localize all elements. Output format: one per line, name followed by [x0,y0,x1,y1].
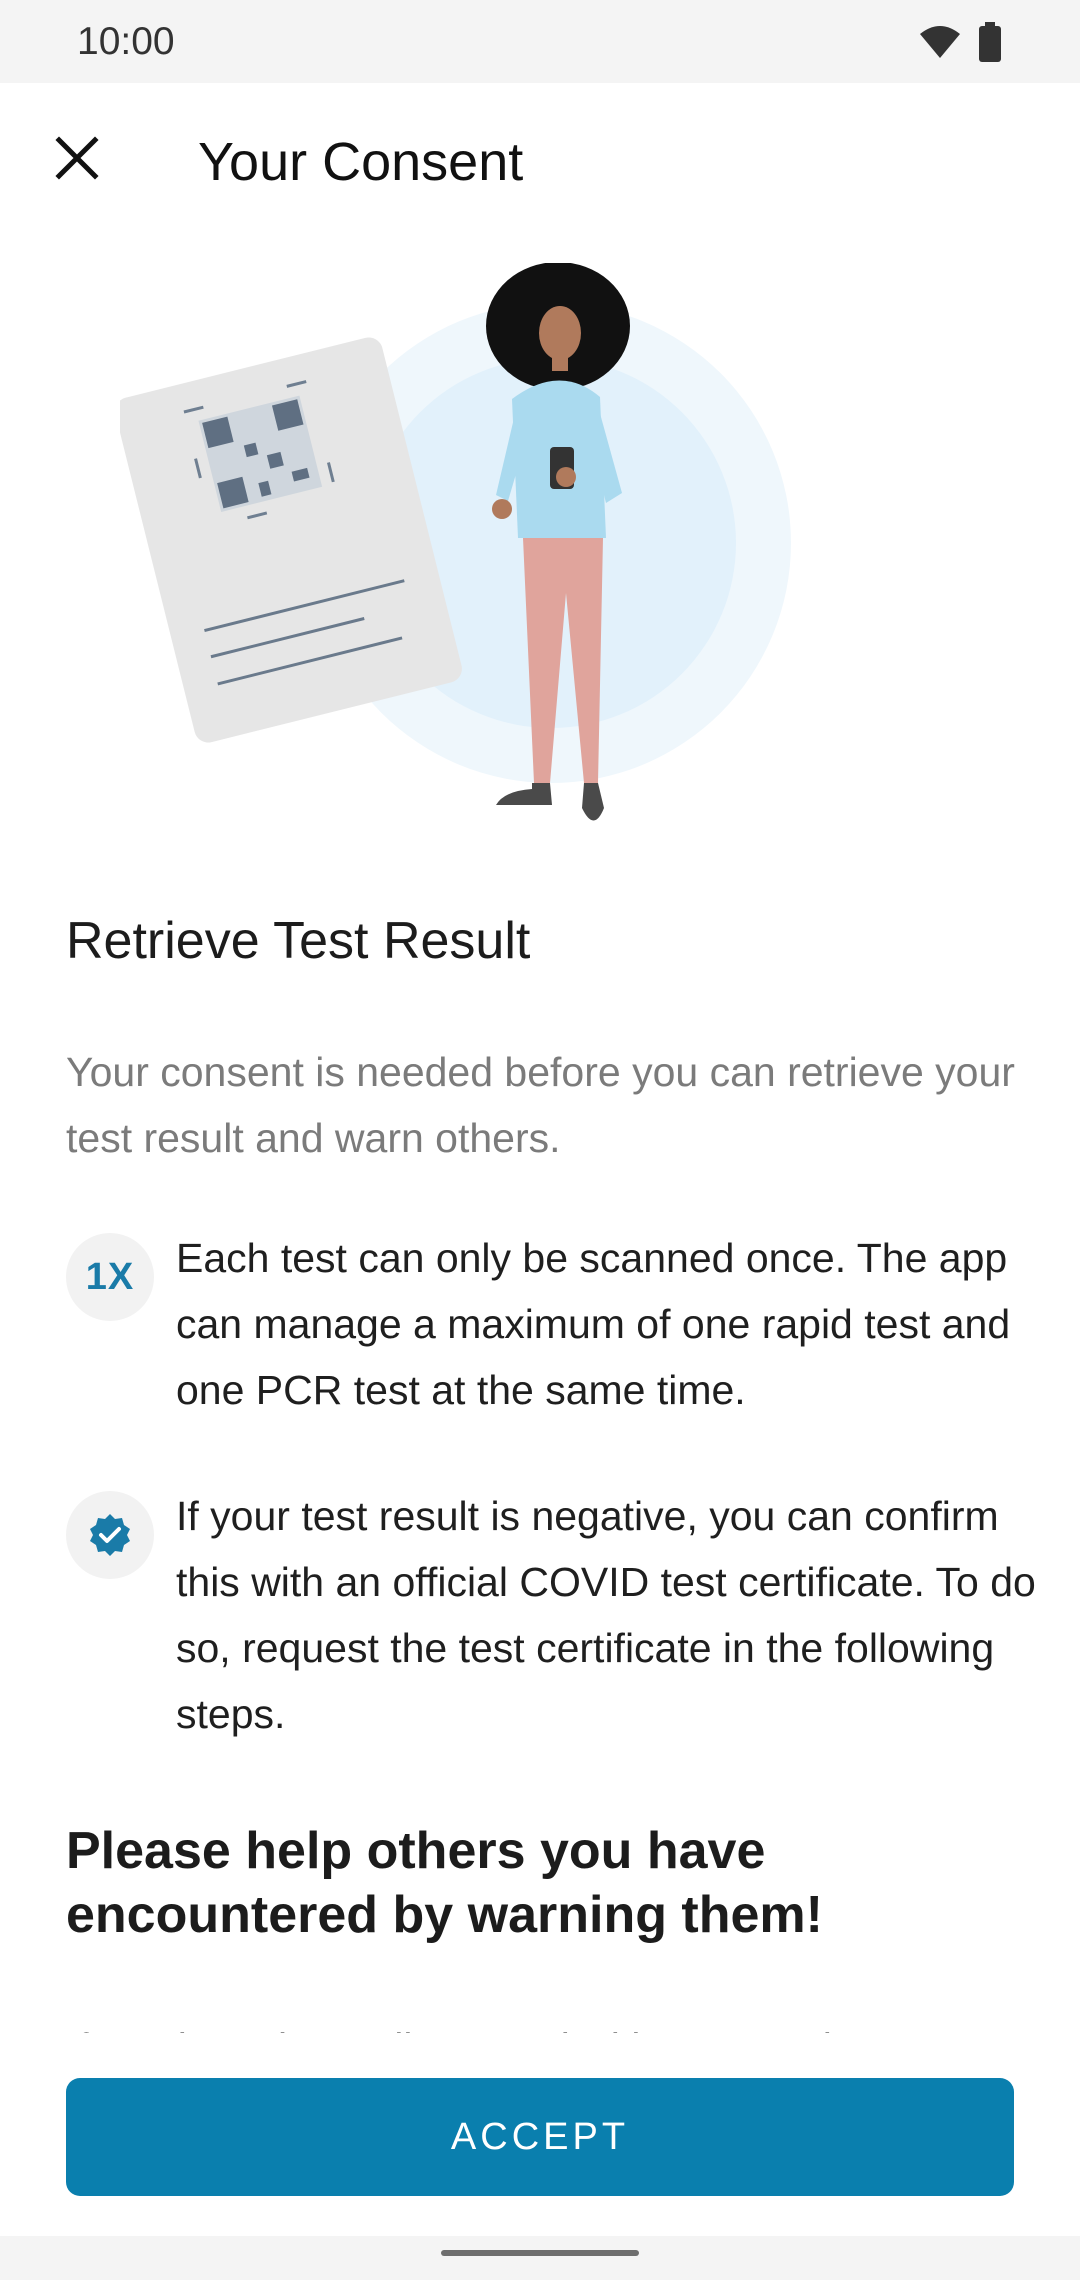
cut-off-paragraph: If you have been diagnosed with corona v… [66,2015,1016,2033]
page-title: Your Consent [198,132,524,192]
navigation-bar [0,2236,1080,2280]
close-icon [55,135,99,185]
intro-text: Your consent is needed before you can re… [66,1049,1015,1161]
consent-illustration [115,262,800,833]
once-icon-label: 1X [85,1255,135,1298]
battery-icon [978,22,1002,67]
bullet-text: If your test result is negative, you can… [176,1493,1036,1737]
help-others-title: Please help others you have encountered … [66,1822,823,1944]
close-button[interactable] [40,123,114,197]
status-icons [918,22,1002,67]
consent-scroll-content[interactable]: Retrieve Test Result Your consent is nee… [0,243,1080,2033]
accept-button[interactable]: ACCEPT [66,2078,1014,2196]
verified-badge-icon [66,1491,154,1579]
status-bar: 10:00 [0,0,1080,83]
gesture-handle[interactable] [441,2250,639,2256]
bullet-text: Each test can only be scanned once. The … [176,1235,1011,1413]
once-icon: 1X [66,1233,154,1321]
wifi-icon [918,24,962,65]
app-bar: Your Consent [0,83,1080,243]
status-time: 10:00 [77,20,175,63]
section-title: Retrieve Test Result [66,912,531,970]
